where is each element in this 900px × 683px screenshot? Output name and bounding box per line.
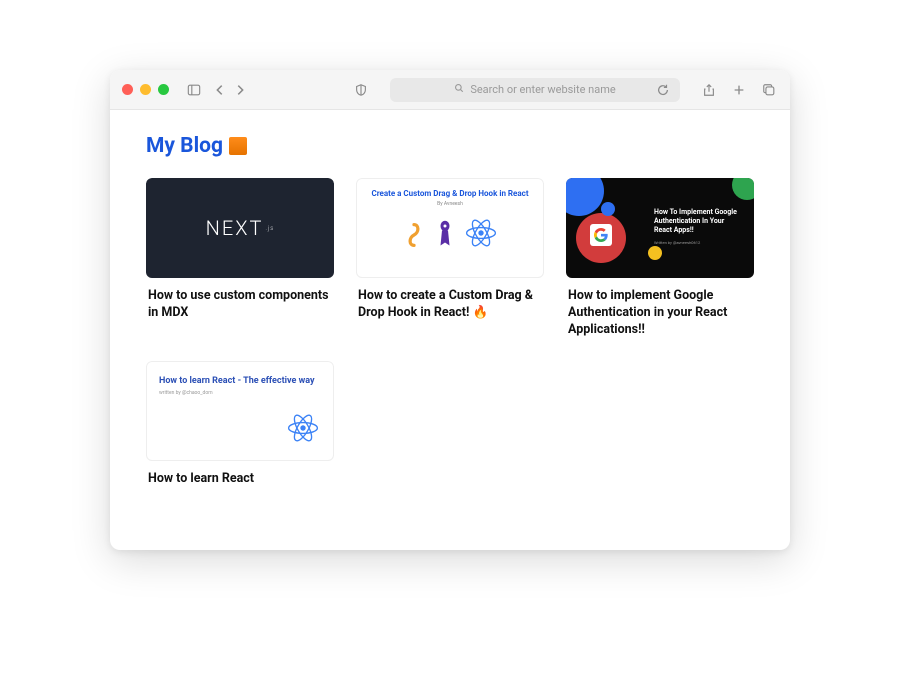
- forward-button[interactable]: [231, 81, 249, 99]
- page-title-text: My Blog: [146, 134, 223, 158]
- back-button[interactable]: [211, 81, 229, 99]
- toolbar-right: [700, 81, 778, 99]
- post-card[interactable]: How To Implement Google Authentication I…: [566, 178, 754, 339]
- search-icon: [454, 83, 464, 96]
- page-content: My Blog NEXT.js How to use custom compon…: [110, 110, 790, 550]
- thumb-heading: Create a Custom Drag & Drop Hook in Reac…: [371, 189, 528, 199]
- tabs-overview-icon[interactable]: [760, 81, 778, 99]
- address-bar[interactable]: Search or enter website name: [390, 78, 680, 102]
- post-card[interactable]: NEXT.js How to use custom components in …: [146, 178, 334, 339]
- thumb-logo-text: NEXT: [206, 216, 264, 240]
- react-icon: [285, 410, 321, 450]
- posts-grid: NEXT.js How to use custom components in …: [146, 178, 754, 488]
- decorative-circle: [648, 246, 662, 260]
- titlebar: Search or enter website name: [110, 70, 790, 110]
- minimize-window-button[interactable]: [140, 84, 151, 95]
- post-title: How to learn React: [146, 461, 334, 488]
- nav-arrows: [211, 81, 249, 99]
- thumb-subheading: written by @chaoo_dom: [159, 390, 321, 396]
- post-thumbnail: How to learn React - The effective way w…: [146, 361, 334, 461]
- post-thumbnail: NEXT.js: [146, 178, 334, 278]
- post-thumbnail: Create a Custom Drag & Drop Hook in Reac…: [356, 178, 544, 278]
- close-window-button[interactable]: [122, 84, 133, 95]
- thumb-subheading: By Avneesh: [437, 201, 463, 207]
- post-title: How to create a Custom Drag & Drop Hook …: [356, 278, 544, 322]
- decorative-circle: [566, 178, 604, 216]
- decorative-circle: [732, 178, 754, 200]
- post-title: How to use custom components in MDX: [146, 278, 334, 322]
- thumb-heading: How to learn React - The effective way: [159, 376, 321, 388]
- thumb-logo-sub: .js: [265, 225, 274, 232]
- new-tab-icon[interactable]: [730, 81, 748, 99]
- maximize-window-button[interactable]: [158, 84, 169, 95]
- google-logo-icon: [590, 224, 612, 246]
- address-placeholder: Search or enter website name: [470, 83, 615, 96]
- post-card[interactable]: Create a Custom Drag & Drop Hook in Reac…: [356, 178, 544, 339]
- traffic-lights: [122, 84, 169, 95]
- shield-icon[interactable]: [352, 81, 370, 99]
- post-thumbnail: How To Implement Google Authentication I…: [566, 178, 754, 278]
- post-title: How to implement Google Authentication i…: [566, 278, 754, 339]
- thumb-subheading: Written by @avneesh0612: [654, 240, 744, 245]
- post-card[interactable]: How to learn React - The effective way w…: [146, 361, 334, 488]
- thumb-illustration: [401, 215, 499, 255]
- reload-button[interactable]: [654, 81, 672, 99]
- page-title: My Blog: [146, 134, 754, 158]
- thumb-heading: How To Implement Google Authentication I…: [654, 208, 744, 234]
- react-icon: [463, 215, 499, 255]
- share-icon[interactable]: [700, 81, 718, 99]
- sidebar-toggle-icon[interactable]: [185, 81, 203, 99]
- browser-window: Search or enter website name My Blog: [110, 70, 790, 550]
- book-icon: [229, 137, 247, 155]
- decorative-circle: [601, 202, 615, 216]
